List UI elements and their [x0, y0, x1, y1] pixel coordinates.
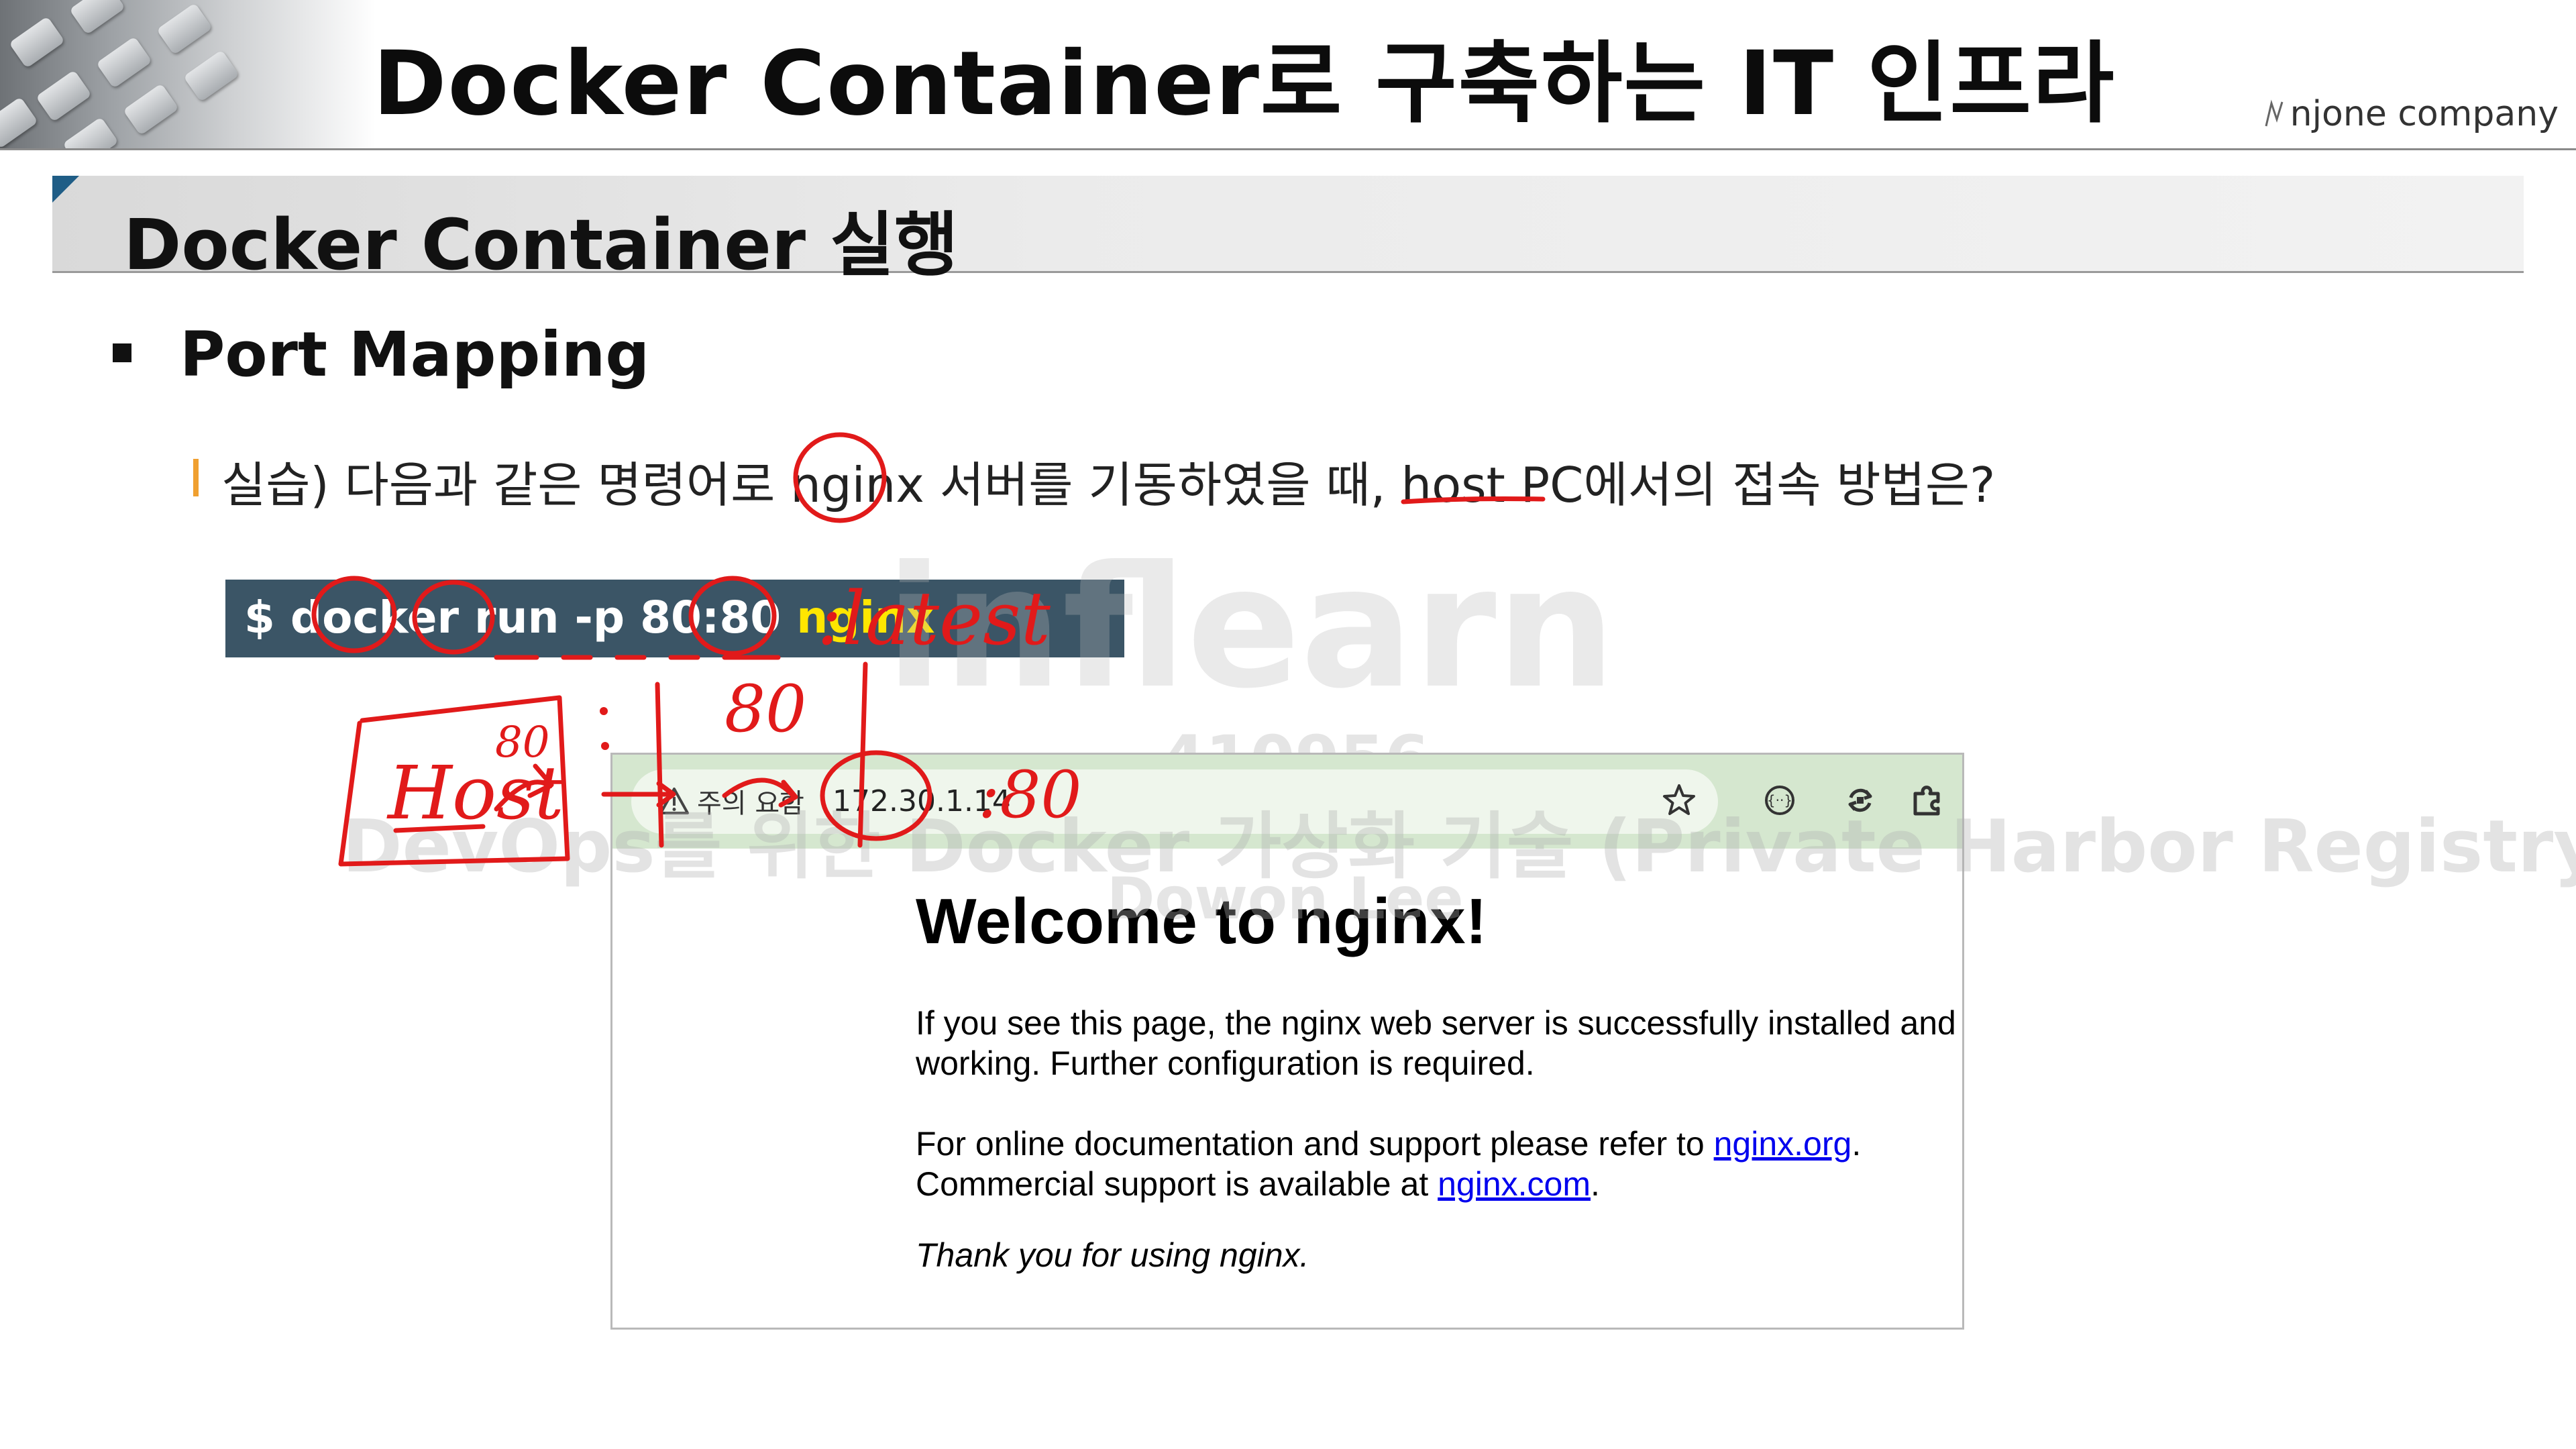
- ink-port-80-top: 80: [724, 672, 806, 747]
- keyboard-photo: [0, 0, 376, 149]
- section-corner-marker: [52, 176, 79, 203]
- welcome-paragraph-2: For online documentation and support ple…: [916, 1125, 1862, 1203]
- welcome-thanks: Thank you for using nginx.: [916, 1236, 1309, 1274]
- welcome-paragraph-1: If you see this page, the nginx web serv…: [916, 1004, 1956, 1082]
- watermark-name: Dowon Lee: [1107, 865, 1464, 932]
- bullet-heading: Port Mapping: [180, 319, 650, 390]
- watermark-logo: inflearn: [885, 530, 1616, 725]
- brand-name: njone company: [2290, 94, 2559, 134]
- nginx-org-link[interactable]: nginx.org: [1714, 1125, 1852, 1163]
- section-title: Docker Container 실행: [123, 204, 959, 286]
- slide-header: Docker Container로 구축하는 IT 인프라 njone comp…: [0, 0, 2576, 150]
- nginx-com-link[interactable]: nginx.com: [1438, 1165, 1591, 1203]
- command-prefix: $ docker run -p 80:80: [244, 592, 797, 643]
- bullet-marker: [113, 343, 131, 362]
- section-bar: Docker Container 실행: [52, 176, 2524, 286]
- brand-logo: njone company: [2262, 94, 2559, 134]
- header-divider: [0, 148, 2576, 150]
- command-line: $ docker run -p 80:80 nginx: [244, 592, 935, 643]
- ink-host-port: 80: [495, 718, 549, 767]
- slide-title: Docker Container로 구축하는 IT 인프라: [373, 32, 2116, 136]
- question-text: 실습) 다음과 같은 명령어로 nginx 서버를 기동하였을 때, host …: [221, 457, 1996, 513]
- brand-mark-icon: [2265, 99, 2284, 127]
- question-marker: [193, 459, 199, 496]
